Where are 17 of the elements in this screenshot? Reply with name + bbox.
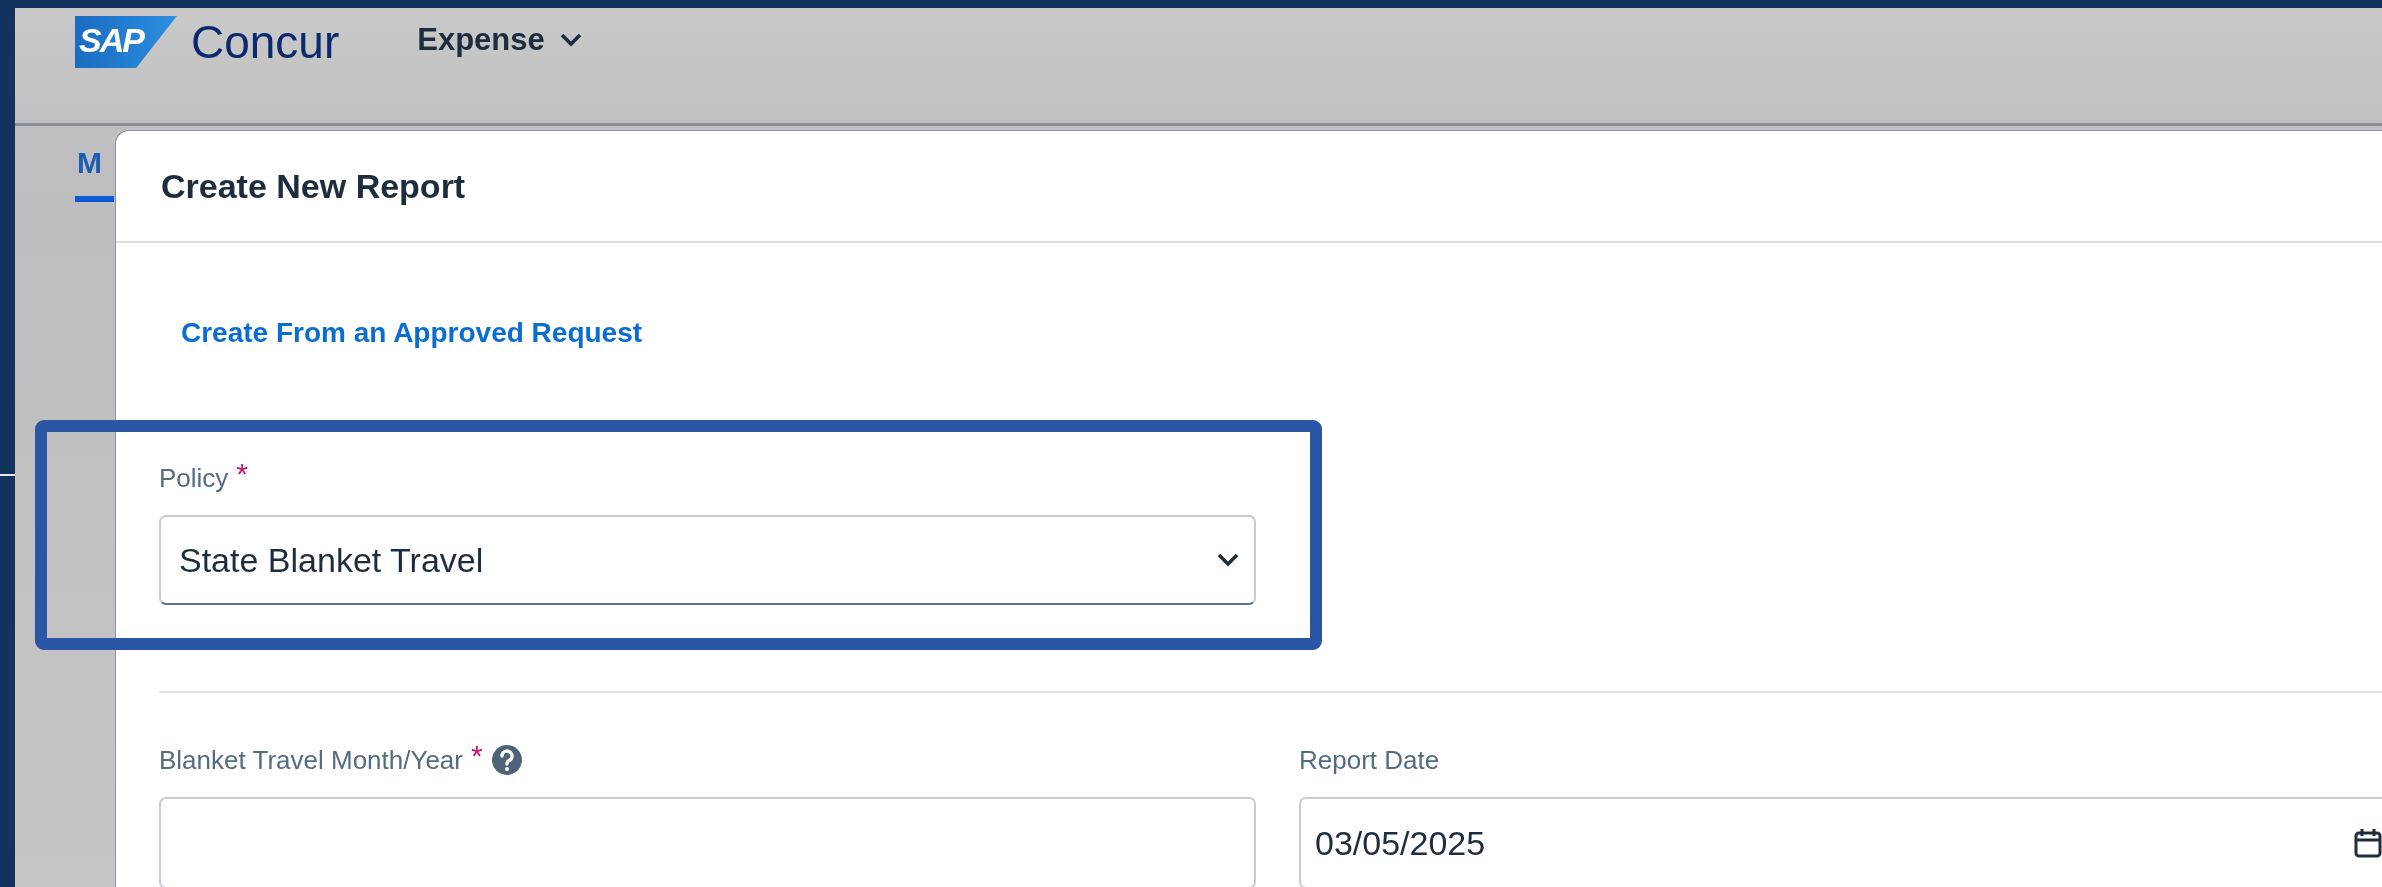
chevron-down-icon xyxy=(1216,552,1240,568)
required-asterisk: * xyxy=(236,461,249,487)
field-label: Policy xyxy=(159,462,229,495)
input-field[interactable] xyxy=(159,797,1256,887)
required-asterisk: * xyxy=(471,743,483,769)
dialog-title: Create New Report xyxy=(161,166,466,206)
policy-dropdown[interactable]: State Blanket Travel xyxy=(159,515,1256,605)
logo-mark: SAP xyxy=(75,16,177,68)
approved-request-link[interactable]: Create From an Approved Request xyxy=(181,317,643,349)
logo-text: Concur xyxy=(190,18,340,66)
date-field[interactable]: 03/05/2025 xyxy=(1299,797,2382,887)
help-icon[interactable] xyxy=(490,744,523,776)
product-menu[interactable]: Expense xyxy=(417,16,583,64)
chevron-down-icon xyxy=(558,32,583,48)
field-label: Report Date xyxy=(1299,744,1440,777)
field-label: Blanket Travel Month/Year xyxy=(159,744,463,777)
calendar-icon[interactable] xyxy=(2354,828,2382,858)
